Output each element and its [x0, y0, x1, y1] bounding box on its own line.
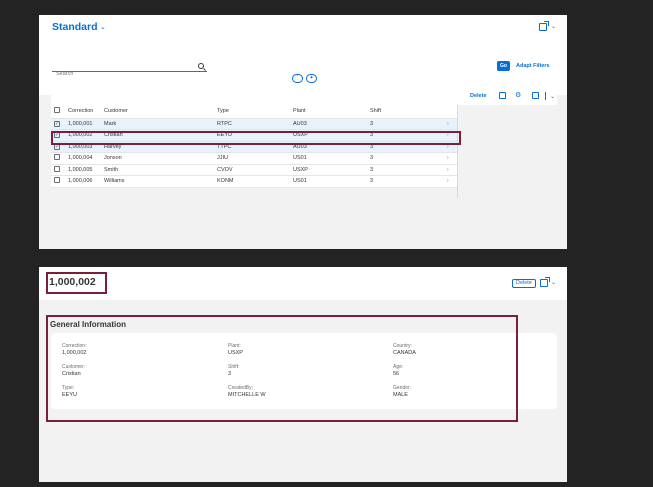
gear-icon[interactable]: ⚙: [515, 91, 521, 99]
delete-button[interactable]: Delete: [470, 93, 487, 99]
pin-icon[interactable]: ✦: [306, 74, 317, 83]
cell-customer: Mark: [101, 118, 214, 130]
cell-shift: 3: [367, 175, 444, 188]
chevron-down-icon[interactable]: ⌄: [551, 279, 556, 286]
column-header[interactable]: Shift: [367, 105, 444, 119]
chevron-down-icon[interactable]: ⌄: [550, 93, 555, 100]
export-icon[interactable]: [532, 92, 539, 99]
table-toolbar: Delete ⚙ ⌄: [51, 88, 557, 105]
search-icon[interactable]: [198, 63, 204, 69]
row-chevron-icon[interactable]: ›: [444, 175, 458, 188]
cell-shift: 3: [367, 118, 444, 130]
table-row[interactable]: ✓ 1,000,001 Mark RTPC AU03 3 ›: [51, 118, 458, 130]
highlight-general-information: [46, 315, 518, 422]
checkbox-icon[interactable]: [54, 165, 60, 172]
cell-customer: Williams: [101, 175, 214, 188]
delete-button[interactable]: Delete: [512, 279, 536, 288]
checkbox-icon[interactable]: [54, 107, 60, 114]
cell-customer: Smith: [101, 164, 214, 176]
list-report-panel: Standard ⌄ ⌄ Go Adapt Filters ˆ ✦ Delete…: [39, 15, 567, 249]
cell-correction: 1,000,004: [65, 152, 101, 165]
collapse-icon[interactable]: ˆ: [292, 74, 303, 83]
search-input[interactable]: [52, 69, 192, 79]
column-header[interactable]: Type: [214, 105, 290, 119]
results-table: Correction Customer Type Plant Shift ✓ 1…: [51, 105, 458, 188]
chevron-down-icon[interactable]: ⌄: [551, 23, 556, 30]
object-header: 1,000,002 Delete ⌄: [39, 267, 567, 300]
go-button[interactable]: Go: [497, 61, 510, 71]
cell-correction: 1,000,005: [65, 164, 101, 176]
toolbar-separator: [545, 92, 546, 100]
row-chevron-icon[interactable]: ›: [444, 152, 458, 165]
row-select-cell[interactable]: [51, 175, 65, 188]
row-chevron-icon[interactable]: ›: [444, 164, 458, 176]
row-select-cell[interactable]: [51, 152, 65, 165]
cell-plant: AU03: [290, 118, 367, 130]
chevron-down-icon[interactable]: ⌄: [100, 23, 106, 31]
column-header-spacer: [444, 105, 458, 119]
column-header[interactable]: Correction: [65, 105, 101, 119]
list-header: Standard ⌄ ⌄ Go Adapt Filters ˆ ✦: [39, 15, 567, 95]
checkbox-icon[interactable]: ✓: [54, 120, 60, 127]
table-row[interactable]: 1,000,004 Jonson JJIU US01 3 ›: [51, 152, 458, 165]
cell-correction: 1,000,001: [65, 118, 101, 130]
column-header[interactable]: Customer: [101, 105, 214, 119]
cell-customer: Jonson: [101, 152, 214, 165]
object-page-panel: 1,000,002 Delete ⌄ General Information C…: [39, 267, 567, 482]
copy-icon[interactable]: [499, 92, 506, 99]
cell-plant: US01: [290, 152, 367, 165]
checkbox-icon[interactable]: [54, 177, 60, 184]
row-select-cell[interactable]: ✓: [51, 118, 65, 130]
cell-type: RTPC: [214, 118, 290, 130]
cell-type: CVOV: [214, 164, 290, 176]
cell-shift: 3: [367, 152, 444, 165]
table-row[interactable]: 1,000,006 Williams KONM US01 3 ›: [51, 175, 458, 188]
cell-correction: 1,000,006: [65, 175, 101, 188]
cell-plant: USXP: [290, 164, 367, 176]
search-field[interactable]: [52, 62, 207, 79]
table-row[interactable]: 1,000,005 Smith CVOV USXP 3 ›: [51, 164, 458, 176]
share-icon[interactable]: [540, 277, 550, 287]
row-chevron-icon[interactable]: ›: [444, 118, 458, 130]
table-border: [457, 105, 458, 198]
cell-type: KONM: [214, 175, 290, 188]
checkbox-icon[interactable]: [54, 154, 60, 161]
column-header[interactable]: Plant: [290, 105, 367, 119]
highlight-selected-row: [51, 131, 461, 145]
cell-shift: 3: [367, 164, 444, 176]
table-header-row: Correction Customer Type Plant Shift: [51, 105, 458, 119]
cell-type: JJIU: [214, 152, 290, 165]
header-toggle-group: ˆ ✦: [292, 74, 317, 83]
cell-plant: US01: [290, 175, 367, 188]
highlight-title: [46, 272, 107, 294]
row-select-cell[interactable]: [51, 164, 65, 176]
variant-title[interactable]: Standard: [52, 21, 98, 33]
select-all-cell[interactable]: [51, 105, 65, 119]
share-icon[interactable]: [539, 21, 549, 31]
adapt-filters-button[interactable]: Adapt Filters: [516, 63, 550, 69]
